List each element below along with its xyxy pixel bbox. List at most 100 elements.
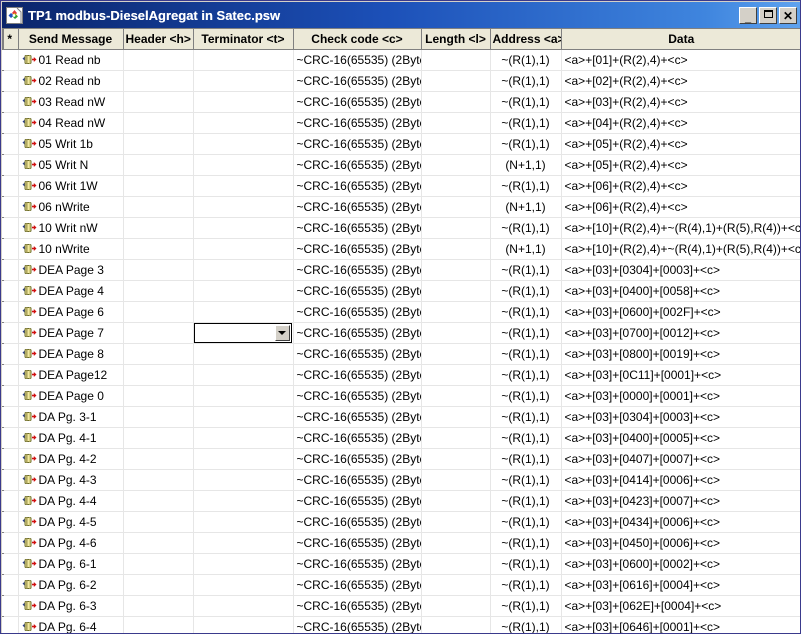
cell-terminator[interactable] bbox=[193, 511, 294, 533]
cell-terminator[interactable] bbox=[193, 175, 294, 197]
cell-send-message[interactable]: DA Pg. 4-3 bbox=[18, 469, 124, 491]
cell-send-message[interactable]: DEA Page12 bbox=[18, 364, 124, 386]
cell-length[interactable] bbox=[421, 343, 491, 365]
cell-header[interactable] bbox=[123, 133, 194, 155]
cell-header[interactable] bbox=[123, 322, 194, 344]
cell-data[interactable]: <a>+[03]+[0304]+[0003]+<c> bbox=[561, 259, 800, 281]
row-selector-cell[interactable] bbox=[2, 280, 19, 302]
cell-send-message[interactable]: DA Pg. 3-1 bbox=[18, 406, 124, 428]
column-header-length[interactable]: Length <l> bbox=[421, 29, 491, 50]
cell-terminator[interactable] bbox=[193, 343, 294, 365]
cell-length[interactable] bbox=[421, 448, 491, 470]
cell-length[interactable] bbox=[421, 595, 491, 617]
cell-address[interactable]: ~(R(1),1) bbox=[490, 532, 562, 554]
cell-check-code[interactable]: ~CRC-16(65535) (2Byte BIN) bbox=[293, 469, 422, 491]
cell-header[interactable] bbox=[123, 574, 194, 596]
cell-terminator[interactable] bbox=[193, 469, 294, 491]
row-selector-cell[interactable] bbox=[2, 343, 19, 365]
cell-send-message[interactable]: 10 nWrite bbox=[18, 238, 124, 260]
cell-terminator[interactable] bbox=[193, 553, 294, 575]
row-selector-cell[interactable] bbox=[2, 448, 19, 470]
cell-check-code[interactable]: ~CRC-16(65535) (2Byte BIN) bbox=[293, 91, 422, 113]
cell-check-code[interactable]: ~CRC-16(65535) (2Byte BIN) bbox=[293, 511, 422, 533]
cell-length[interactable] bbox=[421, 91, 491, 113]
cell-data[interactable]: <a>+[06]+(R(2),4)+<c> bbox=[561, 175, 800, 197]
row-selector-cell[interactable] bbox=[2, 469, 19, 491]
title-bar[interactable]: TP1 modbus-DieselAgregat in Satec.psw _ … bbox=[2, 2, 800, 28]
cell-length[interactable] bbox=[421, 385, 491, 407]
cell-header[interactable] bbox=[123, 448, 194, 470]
cell-length[interactable] bbox=[421, 511, 491, 533]
cell-length[interactable] bbox=[421, 553, 491, 575]
row-selector-cell[interactable] bbox=[2, 511, 19, 533]
table-row[interactable]: DA Pg. 4-6 ~CRC-16(65535) (2Byte BIN) ~(R(… bbox=[2, 532, 800, 554]
cell-terminator[interactable] bbox=[193, 364, 294, 386]
cell-address[interactable]: ~(R(1),1) bbox=[490, 259, 562, 281]
cell-check-code[interactable]: ~CRC-16(65535) (2Byte BIN) bbox=[293, 322, 422, 344]
cell-check-code[interactable]: ~CRC-16(65535) (2Byte BIN) bbox=[293, 154, 422, 176]
cell-send-message[interactable]: DEA Page 0 bbox=[18, 385, 124, 407]
cell-send-message[interactable]: DEA Page 8 bbox=[18, 343, 124, 365]
cell-data[interactable]: <a>+[03]+[0616]+[0004]+<c> bbox=[561, 574, 800, 596]
cell-terminator[interactable] bbox=[193, 70, 294, 92]
cell-address[interactable]: ~(R(1),1) bbox=[490, 49, 562, 71]
cell-send-message[interactable]: 10 Writ nW bbox=[18, 217, 124, 239]
cell-data[interactable]: <a>+[05]+(R(2),4)+<c> bbox=[561, 133, 800, 155]
cell-length[interactable] bbox=[421, 616, 491, 633]
table-row[interactable]: DA Pg. 4-2 ~CRC-16(65535) (2Byte BIN) ~(R(… bbox=[2, 448, 800, 470]
row-selector-cell[interactable] bbox=[2, 595, 19, 617]
cell-terminator[interactable] bbox=[193, 49, 294, 71]
row-selector-cell[interactable] bbox=[2, 364, 19, 386]
table-row[interactable]: DA Pg. 6-1 ~CRC-16(65535) (2Byte BIN) ~(R(… bbox=[2, 553, 800, 575]
cell-address[interactable]: ~(R(1),1) bbox=[490, 343, 562, 365]
cell-send-message[interactable]: 05 Writ 1b bbox=[18, 133, 124, 155]
cell-send-message[interactable]: DEA Page 4 bbox=[18, 280, 124, 302]
cell-header[interactable] bbox=[123, 301, 194, 323]
cell-send-message[interactable]: DA Pg. 6-1 bbox=[18, 553, 124, 575]
cell-send-message[interactable]: DEA Page 3 bbox=[18, 259, 124, 281]
cell-data[interactable]: <a>+[03]+[062E]+[0004]+<c> bbox=[561, 595, 800, 617]
cell-terminator[interactable] bbox=[193, 448, 294, 470]
cell-send-message[interactable]: 01 Read nb bbox=[18, 49, 124, 71]
cell-terminator[interactable] bbox=[193, 217, 294, 239]
cell-address[interactable]: ~(R(1),1) bbox=[490, 448, 562, 470]
cell-check-code[interactable]: ~CRC-16(65535) (2Byte BIN) bbox=[293, 406, 422, 428]
cell-check-code[interactable]: ~CRC-16(65535) (2Byte BIN) bbox=[293, 616, 422, 633]
row-selector-cell[interactable] bbox=[2, 133, 19, 155]
cell-data[interactable]: <a>+[06]+(R(2),4)+<c> bbox=[561, 196, 800, 218]
cell-length[interactable] bbox=[421, 154, 491, 176]
table-row[interactable]: DA Pg. 6-3 ~CRC-16(65535) (2Byte BIN) ~(R(… bbox=[2, 595, 800, 617]
cell-send-message[interactable]: DA Pg. 4-2 bbox=[18, 448, 124, 470]
cell-terminator[interactable] bbox=[193, 574, 294, 596]
cell-header[interactable] bbox=[123, 553, 194, 575]
cell-header[interactable] bbox=[123, 238, 194, 260]
table-row[interactable]: DEA Page 8 ~CRC-16(65535) (2Byte BIN) ~(R(… bbox=[2, 343, 800, 365]
cell-check-code[interactable]: ~CRC-16(65535) (2Byte BIN) bbox=[293, 574, 422, 596]
cell-terminator[interactable] bbox=[193, 532, 294, 554]
cell-length[interactable] bbox=[421, 322, 491, 344]
cell-data[interactable]: <a>+[03]+[0450]+[0006]+<c> bbox=[561, 532, 800, 554]
cell-check-code[interactable]: ~CRC-16(65535) (2Byte BIN) bbox=[293, 301, 422, 323]
cell-terminator[interactable] bbox=[193, 616, 294, 633]
cell-terminator[interactable] bbox=[193, 385, 294, 407]
cell-check-code[interactable]: ~CRC-16(65535) (2Byte BIN) bbox=[293, 385, 422, 407]
cell-header[interactable] bbox=[123, 406, 194, 428]
cell-length[interactable] bbox=[421, 490, 491, 512]
column-header-data[interactable]: Data bbox=[561, 29, 800, 50]
cell-check-code[interactable]: ~CRC-16(65535) (2Byte BIN) bbox=[293, 70, 422, 92]
cell-length[interactable] bbox=[421, 301, 491, 323]
cell-terminator[interactable] bbox=[193, 133, 294, 155]
cell-terminator[interactable] bbox=[193, 196, 294, 218]
cell-check-code[interactable]: ~CRC-16(65535) (2Byte BIN) bbox=[293, 259, 422, 281]
table-row[interactable]: 05 Writ N ~CRC-16(65535) (2Byte BIN) (N+1,… bbox=[2, 154, 800, 176]
table-row[interactable]: 06 Writ 1W ~CRC-16(65535) (2Byte BIN) ~(R(… bbox=[2, 175, 800, 197]
table-row[interactable]: 05 Writ 1b ~CRC-16(65535) (2Byte BIN) ~(R(… bbox=[2, 133, 800, 155]
cell-header[interactable] bbox=[123, 70, 194, 92]
table-row[interactable]: DEA Page 6 ~CRC-16(65535) (2Byte BIN) ~(R(… bbox=[2, 301, 800, 323]
cell-data[interactable]: <a>+[03]+[0414]+[0006]+<c> bbox=[561, 469, 800, 491]
row-selector-cell[interactable] bbox=[2, 70, 19, 92]
table-row[interactable]: DA Pg. 3-1 ~CRC-16(65535) (2Byte BIN) ~(R(… bbox=[2, 406, 800, 428]
cell-terminator[interactable] bbox=[193, 238, 294, 260]
cell-data[interactable]: <a>+[03]+[0434]+[0006]+<c> bbox=[561, 511, 800, 533]
row-selector-cell[interactable] bbox=[2, 427, 19, 449]
